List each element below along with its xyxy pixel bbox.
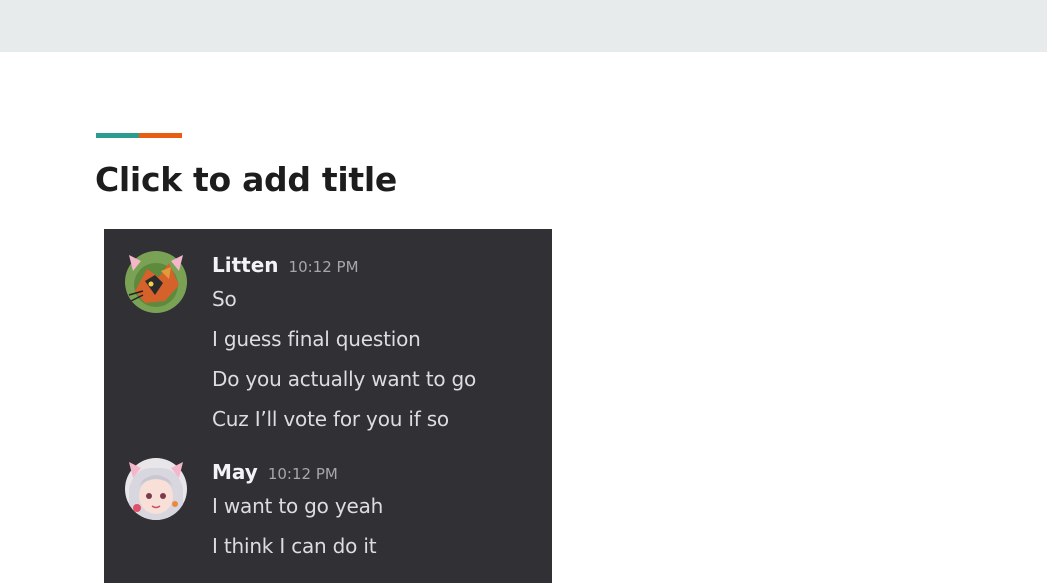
- message-header: May 10:12 PM: [212, 460, 338, 484]
- username-litten[interactable]: Litten: [212, 253, 279, 277]
- chat-screenshot-image[interactable]: Litten 10:12 PM So I guess final question…: [104, 229, 552, 583]
- username-may[interactable]: May: [212, 460, 258, 484]
- anime-girl-cat-ears-avatar-icon: [125, 458, 187, 520]
- litten-cat-avatar-icon: [125, 251, 187, 313]
- message-timestamp: 10:12 PM: [267, 465, 338, 483]
- top-bar: [0, 0, 1047, 52]
- message-text: I think I can do it: [212, 534, 377, 558]
- message-text: So: [212, 287, 237, 311]
- message-timestamp: 10:12 PM: [288, 258, 359, 276]
- message-text: Do you actually want to go: [212, 367, 477, 391]
- title-accent-teal: [96, 133, 139, 138]
- message-text: Cuz I’ll vote for you if so: [212, 407, 449, 431]
- title-accent-orange: [139, 133, 182, 138]
- message-header: Litten 10:12 PM: [212, 253, 359, 277]
- message-text: I guess final question: [212, 327, 421, 351]
- message-text: I want to go yeah: [212, 494, 384, 518]
- slide-title-placeholder[interactable]: Click to add title: [95, 158, 397, 202]
